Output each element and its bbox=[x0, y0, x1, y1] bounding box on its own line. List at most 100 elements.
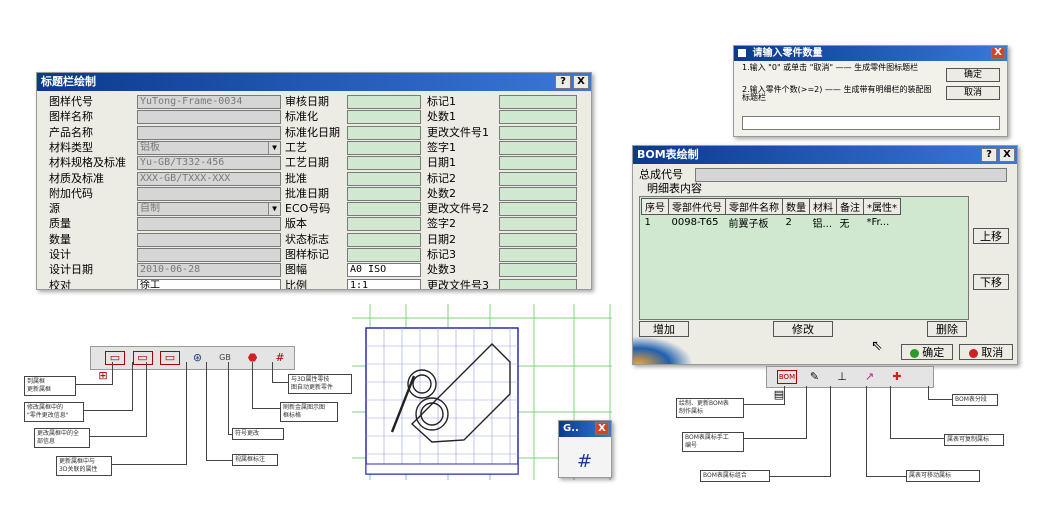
cancel-button[interactable]: 取消 bbox=[959, 344, 1013, 360]
form-field[interactable] bbox=[137, 232, 281, 247]
form-field[interactable] bbox=[499, 232, 577, 247]
column-header[interactable]: 材料 bbox=[809, 198, 837, 215]
column-header[interactable]: 零部件代号 bbox=[668, 198, 726, 215]
form-field[interactable] bbox=[347, 110, 421, 125]
form-field[interactable] bbox=[499, 140, 577, 155]
total-code-label: 总成代号 bbox=[639, 168, 683, 181]
callout-label: BOM表属标组合 bbox=[700, 470, 770, 482]
form-field[interactable] bbox=[347, 125, 421, 140]
move-balloon-icon[interactable]: ↗ bbox=[860, 368, 880, 386]
form-field[interactable] bbox=[137, 125, 281, 140]
ok-button[interactable]: 确定 bbox=[901, 344, 953, 360]
close-button[interactable]: X bbox=[573, 75, 589, 89]
field-label: 批准日期 bbox=[285, 186, 329, 200]
form-field[interactable]: 1:1 bbox=[347, 278, 421, 289]
edit-frame-icon[interactable]: ▭ bbox=[132, 351, 153, 365]
form-field[interactable] bbox=[499, 248, 577, 262]
callout-label: 符号更改 bbox=[232, 428, 284, 440]
link-3d-icon[interactable]: ⊛ bbox=[188, 349, 208, 367]
callout-label: 属表可复制属标 bbox=[944, 434, 1004, 446]
total-code-field[interactable] bbox=[695, 168, 1007, 182]
auto-update-icon[interactable]: ⊞ bbox=[93, 367, 113, 385]
balloon-number-icon[interactable]: ✎ bbox=[805, 368, 825, 386]
field-label: 产品名称 bbox=[49, 125, 93, 139]
form-field[interactable] bbox=[137, 186, 281, 201]
chevron-down-icon[interactable]: ▼ bbox=[268, 141, 280, 154]
part-dialog-titlebar: 请输入零件数量 X bbox=[734, 46, 1007, 61]
form-field[interactable]: 铝板 ▼ bbox=[137, 140, 281, 155]
form-field[interactable] bbox=[499, 202, 577, 217]
form-field[interactable]: XXX-GB/TXXX-XXX bbox=[137, 171, 281, 186]
gb-standard-icon[interactable]: GB bbox=[215, 349, 235, 367]
bom-table-icon[interactable]: BOM bbox=[777, 370, 797, 384]
form-field[interactable] bbox=[347, 217, 421, 232]
ok-button[interactable]: 确定 bbox=[946, 68, 1000, 82]
close-button[interactable]: X bbox=[991, 47, 1005, 59]
title-frame-icon[interactable]: ▭ bbox=[105, 351, 125, 365]
column-header[interactable]: 备注 bbox=[836, 198, 864, 215]
help-button[interactable]: ? bbox=[981, 148, 997, 162]
form-field[interactable] bbox=[347, 156, 421, 171]
form-field[interactable] bbox=[499, 156, 577, 171]
cancel-button[interactable]: 取消 bbox=[946, 86, 1000, 100]
form-field[interactable] bbox=[347, 140, 421, 155]
form-field[interactable] bbox=[499, 263, 577, 278]
part-count-input[interactable] bbox=[742, 116, 1000, 130]
balloon-group-icon[interactable]: ⊥ bbox=[832, 368, 852, 386]
chevron-down-icon[interactable]: ▼ bbox=[268, 203, 280, 216]
delete-button[interactable]: 删除 bbox=[927, 321, 967, 337]
title-block-title: 标题栏绘制 bbox=[41, 75, 96, 88]
split-bom-icon[interactable]: ▤ bbox=[769, 386, 789, 404]
form-field[interactable]: YuTong-Frame-0034 bbox=[137, 95, 281, 109]
callout-leader bbox=[76, 384, 112, 385]
callout-label: 更新属框中与 3D关联的属性 bbox=[56, 456, 112, 476]
update-frame-icon[interactable]: ▭ bbox=[160, 351, 180, 365]
table-row[interactable]: 1 0098-T65 前翼子板 2 铝... 无 *Fr... bbox=[642, 215, 901, 230]
form-field[interactable] bbox=[347, 171, 421, 186]
form-field[interactable] bbox=[499, 186, 577, 201]
form-field[interactable]: 2010-06-28 bbox=[137, 263, 281, 278]
form-field[interactable]: 自制 ▼ bbox=[137, 202, 281, 217]
form-field[interactable] bbox=[137, 217, 281, 232]
close-button[interactable]: X bbox=[999, 148, 1015, 162]
form-field[interactable]: 徐工 bbox=[137, 278, 281, 289]
form-field[interactable] bbox=[347, 95, 421, 109]
callout-leader bbox=[252, 408, 280, 409]
form-field[interactable] bbox=[137, 248, 281, 262]
form-field[interactable] bbox=[499, 110, 577, 125]
field-label: 处数2 bbox=[427, 186, 456, 200]
form-field[interactable] bbox=[499, 278, 577, 289]
form-field[interactable] bbox=[499, 125, 577, 140]
form-field[interactable] bbox=[499, 217, 577, 232]
grid-table-icon[interactable]: # bbox=[270, 349, 290, 367]
form-field[interactable]: Yu-GB/T332-456 bbox=[137, 156, 281, 171]
move-down-button[interactable]: 下移 bbox=[973, 274, 1009, 290]
table-cell: 1 bbox=[644, 217, 651, 228]
column-header[interactable]: 序号 bbox=[641, 198, 669, 215]
callout-leader bbox=[928, 386, 929, 400]
form-field[interactable] bbox=[347, 232, 421, 247]
field-label: 批准 bbox=[285, 171, 307, 185]
move-up-button[interactable]: 上移 bbox=[973, 228, 1009, 244]
field-label: 标准化 bbox=[285, 110, 318, 124]
add-button[interactable]: 增加 bbox=[639, 321, 689, 337]
column-header[interactable]: 零部件名称 bbox=[725, 198, 783, 215]
bom-table[interactable]: 序号 零部件代号 零部件名称 数量 材料 备注 *属性* 1 0098-T65 前翼子板 2 铝..… bbox=[639, 196, 969, 320]
copy-balloon-icon[interactable]: ✚ bbox=[887, 368, 907, 386]
form-field[interactable] bbox=[499, 95, 577, 109]
help-button[interactable]: ? bbox=[555, 75, 571, 89]
form-field[interactable] bbox=[347, 202, 421, 217]
callout-leader bbox=[228, 434, 232, 435]
form-field[interactable]: A0 ISO bbox=[347, 263, 421, 278]
modify-button[interactable]: 修改 bbox=[773, 321, 833, 337]
column-header[interactable]: *属性* bbox=[863, 198, 901, 215]
grid-table-icon[interactable]: # bbox=[577, 451, 592, 472]
form-field[interactable] bbox=[347, 186, 421, 201]
callout-leader bbox=[132, 362, 133, 411]
form-field[interactable] bbox=[347, 248, 421, 262]
form-field[interactable] bbox=[499, 171, 577, 186]
column-header[interactable]: 数量 bbox=[782, 198, 810, 215]
ok-label: 确定 bbox=[922, 346, 945, 359]
close-button[interactable]: X bbox=[595, 422, 609, 435]
form-field[interactable] bbox=[137, 110, 281, 125]
